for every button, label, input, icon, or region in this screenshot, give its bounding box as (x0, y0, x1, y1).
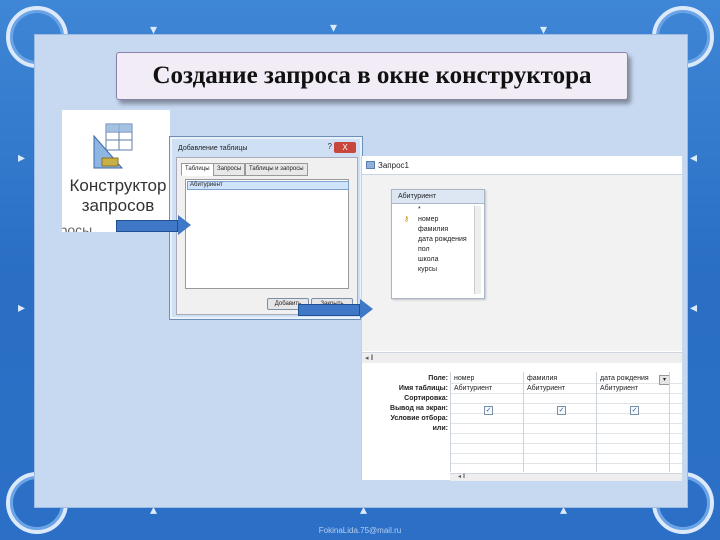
query-designer-button[interactable]: Конструктор запросов просы (62, 110, 170, 232)
button-label: запросов (81, 196, 155, 215)
pointer-arrow-icon (298, 299, 373, 319)
table-list[interactable]: Абитуриент (185, 179, 349, 289)
table-cell[interactable]: Абитуриент (600, 385, 638, 392)
close-icon[interactable]: X (334, 142, 356, 153)
row-label: Имя таблицы: (398, 385, 448, 392)
field-cell[interactable]: номер (454, 375, 474, 382)
tab-tables[interactable]: Таблицы (181, 163, 214, 176)
footer-email: FokinaLida.75@mail.ru (318, 526, 402, 535)
table-cell[interactable]: Абитуриент (527, 385, 565, 392)
grid-column[interactable] (669, 372, 720, 472)
query-tab[interactable]: Запрос1 (362, 156, 682, 175)
field-item[interactable]: фамилия (418, 226, 448, 233)
tab-tables-and-queries[interactable]: Таблицы и запросы (245, 163, 308, 176)
tab-queries[interactable]: Запросы (213, 163, 246, 176)
scroll-left-icon[interactable]: ◂ ‖ (365, 354, 373, 362)
row-label: Условие отбора: (390, 415, 448, 422)
table-name: Абитуриент (392, 190, 484, 204)
field-item[interactable]: пол (418, 246, 430, 253)
table-cell[interactable]: Абитуриент (454, 385, 492, 392)
dialog-body: Таблицы Запросы Таблицы и запросы Абитур… (176, 157, 358, 315)
grid-column[interactable]: номер Абитуриент ✓ (450, 372, 523, 472)
show-checkbox[interactable]: ✓ (557, 406, 566, 415)
border-arrow-icon: ◂ (690, 299, 698, 315)
slide-title: Создание запроса в окне конструктора (116, 52, 628, 100)
field-item[interactable]: * (418, 206, 421, 213)
help-icon[interactable]: ? (328, 142, 332, 151)
border-arrow-icon: ◂ (690, 149, 698, 165)
field-item[interactable]: номер (418, 216, 438, 223)
field-cell[interactable]: дата рождения (600, 375, 649, 382)
border-arrow-icon: ▸ (18, 149, 26, 165)
query-design-window: Запрос1 Абитуриент * ⚷ номер фамилия дат… (361, 156, 682, 481)
add-table-dialog: Добавление таблицы ? X Таблицы Запросы Т… (169, 136, 363, 320)
row-label: Поле: (428, 375, 448, 382)
border-arrow-icon: ▸ (18, 299, 26, 315)
table-field-list[interactable]: Абитуриент * ⚷ номер фамилия дата рожден… (391, 189, 485, 299)
list-item[interactable]: Абитуриент (187, 181, 349, 190)
query-designer-icon (93, 123, 133, 169)
field-cell[interactable]: фамилия (527, 375, 557, 382)
query-icon (366, 161, 375, 169)
key-icon: ⚷ (404, 216, 410, 223)
table-pane: Абитуриент * ⚷ номер фамилия дата рожден… (362, 175, 682, 351)
show-checkbox[interactable]: ✓ (630, 406, 639, 415)
show-checkbox[interactable]: ✓ (484, 406, 493, 415)
grid-column[interactable]: фамилия Абитуриент ✓ (523, 372, 596, 472)
field-item[interactable]: школа (418, 256, 438, 263)
field-item[interactable]: дата рождения (418, 236, 467, 243)
row-label: или: (432, 425, 448, 432)
query-grid: Поле: Имя таблицы: Сортировка: Вывод на … (362, 363, 682, 481)
dialog-title: Добавление таблицы (178, 145, 248, 152)
border-arrow-icon: ▾ (330, 19, 338, 35)
row-label: Сортировка: (404, 395, 448, 402)
button-label: Конструктор (69, 176, 167, 195)
query-title: Запрос1 (378, 161, 409, 170)
pointer-arrow-icon (116, 215, 191, 235)
field-item[interactable]: курсы (418, 266, 437, 273)
grid-scrollbar[interactable]: ◂ ‖ (450, 473, 682, 481)
row-label: Вывод на экран: (390, 405, 448, 412)
grid-column[interactable]: дата рождения ▾ Абитуриент ✓ (596, 372, 670, 472)
field-list-scrollbar[interactable] (474, 206, 481, 294)
scroll-left-icon[interactable]: ◂ ‖ (458, 473, 465, 480)
